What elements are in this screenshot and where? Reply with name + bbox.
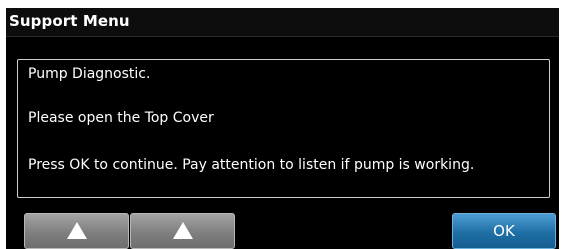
message-box: Pump Diagnostic. Please open the Top Cov… bbox=[17, 59, 550, 198]
title-bar: Support Menu bbox=[6, 8, 559, 37]
up-arrow-button-right[interactable] bbox=[130, 213, 235, 249]
message-line-diagnostic: Pump Diagnostic. bbox=[28, 66, 151, 82]
message-line-open-cover: Please open the Top Cover bbox=[28, 110, 214, 126]
page-title: Support Menu bbox=[9, 12, 130, 30]
up-triangle-icon bbox=[172, 222, 193, 239]
up-triangle-icon bbox=[66, 222, 87, 239]
ok-button[interactable]: OK bbox=[452, 213, 556, 249]
support-menu-screen: Support Menu Pump Diagnostic. Please ope… bbox=[6, 8, 559, 249]
message-line-instructions: Press OK to continue. Pay attention to l… bbox=[28, 157, 475, 173]
up-arrow-button-left[interactable] bbox=[24, 213, 129, 249]
